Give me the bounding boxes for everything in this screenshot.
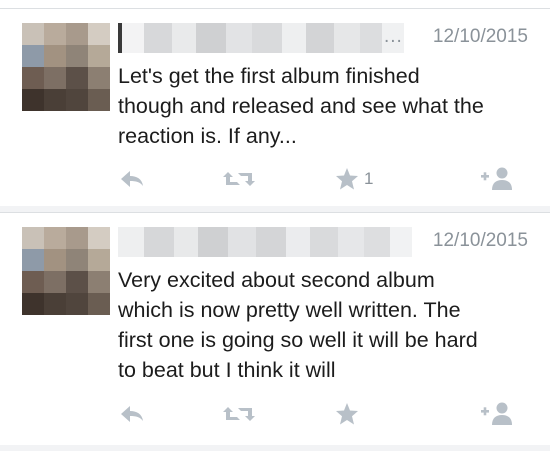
tweet-text-line: Very excited about second album	[118, 268, 435, 292]
top-gap	[0, 0, 550, 8]
star-icon	[336, 403, 358, 425]
tweet-separator	[0, 445, 550, 451]
favorite-button[interactable]	[334, 398, 360, 430]
tweet-text-line: reaction is. If any...	[118, 124, 297, 148]
tweet-text-line: which is now pretty well written. The	[118, 298, 461, 322]
reply-button[interactable]	[118, 163, 146, 195]
tweet-text-line: to beat but I think it will	[118, 358, 336, 382]
follow-icon	[481, 167, 512, 190]
retweet-icon	[223, 407, 255, 421]
author-name-redacted[interactable]	[118, 227, 412, 257]
retweet-button[interactable]	[222, 163, 256, 195]
reply-icon	[121, 171, 143, 187]
avatar-redacted[interactable]	[22, 23, 110, 111]
star-icon	[336, 168, 358, 190]
retweet-button[interactable]	[222, 398, 256, 430]
tweet-timestamp[interactable]: 12/10/2015	[433, 26, 528, 48]
reply-button[interactable]	[118, 398, 146, 430]
tweet-card[interactable]: 12/10/2015 Very excited about second alb…	[0, 212, 550, 425]
name-ellipsis: ...	[384, 26, 403, 47]
tweet-timestamp[interactable]: 12/10/2015	[433, 230, 528, 252]
tweet-text-line: though and released and see what the	[118, 94, 484, 118]
tweet-text-line: Let's get the first album finished	[118, 64, 420, 88]
tweet-card[interactable]: ... 12/10/2015 Let's get the first album…	[0, 8, 550, 207]
favorite-button[interactable]: 1	[334, 163, 373, 195]
tweet-text-line: first one is going so well it will be ha…	[118, 328, 478, 352]
follow-button[interactable]	[480, 398, 516, 430]
follow-button[interactable]	[480, 163, 516, 195]
tweet-text: Very excited about second album which is…	[118, 265, 538, 385]
tweet-actions: 1	[0, 163, 550, 197]
tweet-actions	[0, 398, 550, 432]
retweet-icon	[223, 172, 255, 186]
follow-icon	[481, 402, 512, 425]
reply-icon	[121, 406, 143, 422]
avatar-redacted[interactable]	[22, 227, 110, 315]
author-name-redacted[interactable]	[118, 23, 404, 53]
tweet-text: Let's get the first album finished thoug…	[118, 61, 538, 151]
favorite-count: 1	[364, 169, 374, 188]
